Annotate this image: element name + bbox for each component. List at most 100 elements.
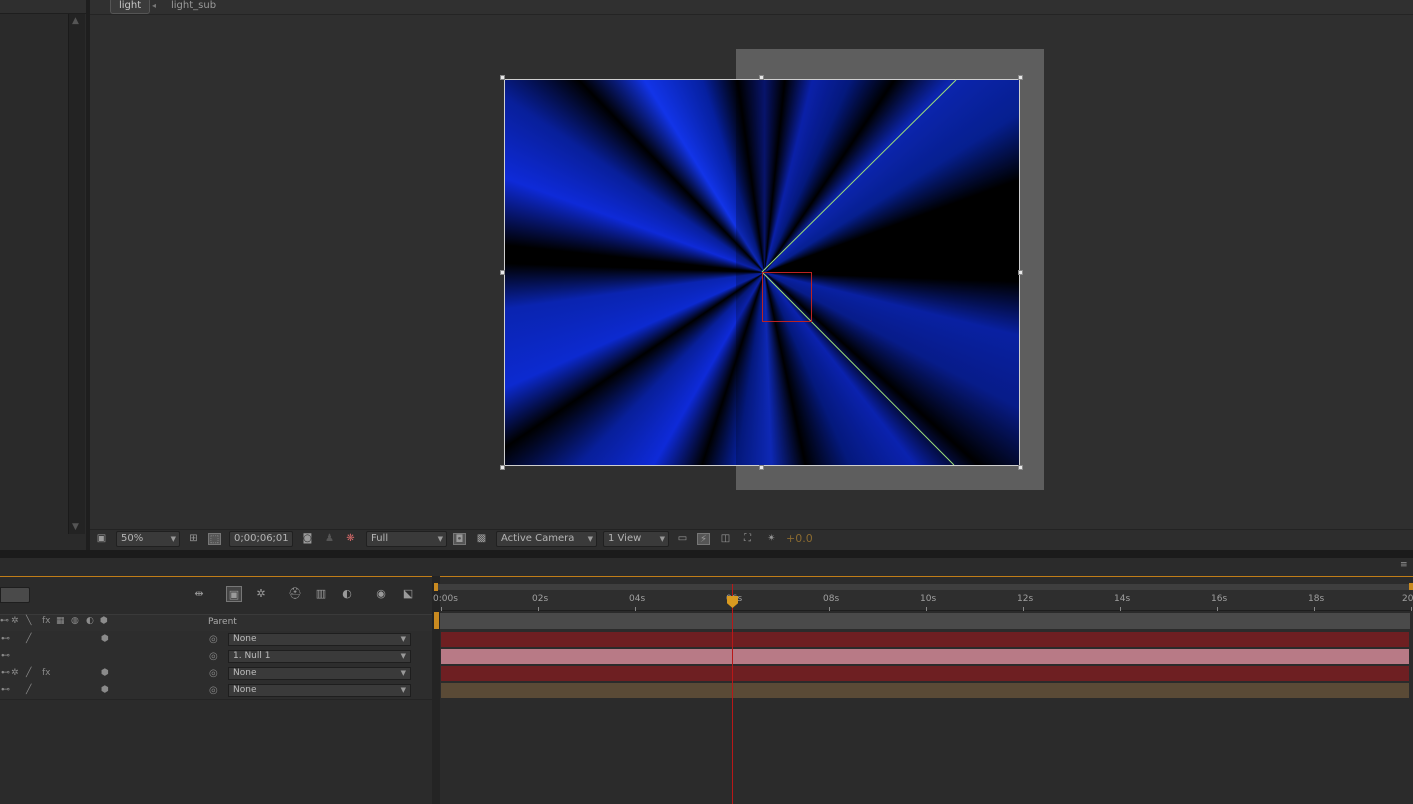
ruler-tick-label: 14s <box>1114 594 1131 604</box>
breadcrumb-arrow-icon: ◂ <box>152 1 157 10</box>
transform-handle-br[interactable] <box>1018 465 1023 470</box>
layer-duration-bar[interactable] <box>441 632 1409 647</box>
quality-switch-icon[interactable]: ╱ <box>26 631 31 648</box>
camera-view-dropdown[interactable]: Active Camera ▼ <box>496 531 597 547</box>
panel-divider[interactable] <box>0 550 1413 558</box>
ruler-tick-label: 04s <box>629 594 646 604</box>
breadcrumb-comp-light-sub[interactable]: light_sub <box>171 0 216 12</box>
fast-previews-icon[interactable]: ⚡ <box>697 533 710 545</box>
parent-value: None <box>233 634 257 644</box>
camera-view-value: Active Camera <box>501 533 575 544</box>
frame-blending-icon[interactable]: ▥ <box>313 586 329 602</box>
transform-handle-tc[interactable] <box>759 75 764 80</box>
transform-handle-tl[interactable] <box>500 75 505 80</box>
current-time-field[interactable]: 0;00;06;01 <box>229 531 293 547</box>
quality-switch-icon[interactable]: ╱ <box>26 665 31 682</box>
channel-icon[interactable]: ❋ <box>344 533 357 545</box>
quality-switch-icon[interactable]: ╱ <box>26 682 31 699</box>
layer-duration-bar[interactable] <box>441 649 1409 664</box>
layer-duration-bar[interactable] <box>441 683 1409 698</box>
brainstorm-icon[interactable]: ⬕ <box>400 586 416 602</box>
shy-switch-icon[interactable]: ⊷ <box>1 631 10 648</box>
scroll-down-icon[interactable]: ▼ <box>72 522 79 532</box>
timeline-tab-bar <box>0 558 1413 577</box>
effect-switch-icon[interactable]: fx <box>42 665 51 682</box>
collapse-column-icon[interactable]: ✲ <box>11 616 19 626</box>
resolution-value: Full <box>371 533 389 544</box>
effect-column-icon[interactable]: fx <box>42 616 51 626</box>
composition-duration-bar <box>440 613 1410 629</box>
mask-visibility-icon[interactable]: ⬚ <box>208 533 221 545</box>
exposure-value[interactable]: +0.0 <box>786 533 813 545</box>
current-time-value: 0;00;06;01 <box>234 533 289 544</box>
panel-menu-icon[interactable]: ≡ <box>1400 560 1408 570</box>
ruler-tick-label: 02s <box>532 594 549 604</box>
null-object-outline[interactable] <box>762 272 812 322</box>
transparency-grid-icon[interactable]: ▩ <box>475 533 488 545</box>
flowchart-icon[interactable]: ⛶ <box>741 533 754 545</box>
3d-layer-column-icon[interactable]: ⬢ <box>100 616 108 626</box>
ruler-tick <box>1023 607 1024 611</box>
parent-dropdown[interactable]: None ▼ <box>228 633 411 646</box>
shy-switch-icon[interactable]: ⊷ <box>1 648 10 665</box>
layer-duration-bar[interactable] <box>441 666 1409 681</box>
reset-exposure-icon[interactable]: ✴ <box>765 533 778 545</box>
transform-handle-bc[interactable] <box>759 465 764 470</box>
timeline-splitter[interactable] <box>432 576 440 804</box>
collapse-switch-icon[interactable]: ✲ <box>11 665 19 682</box>
safe-zones-icon[interactable]: ⊞ <box>187 533 200 545</box>
pick-whip-icon[interactable]: ◎ <box>209 684 218 697</box>
adjustment-column-icon[interactable]: ◐ <box>86 616 94 626</box>
graph-editor-icon[interactable]: ◉ <box>373 586 389 602</box>
live-update-icon[interactable]: ▣ <box>226 586 242 602</box>
layer-search-input[interactable] <box>0 587 30 603</box>
transform-handle-tr[interactable] <box>1018 75 1023 80</box>
parent-dropdown[interactable]: None ▼ <box>228 684 411 697</box>
chevron-down-icon: ▼ <box>659 535 665 543</box>
view-layout-dropdown[interactable]: 1 View ▼ <box>603 531 669 547</box>
ruler-tick <box>538 607 539 611</box>
parent-dropdown[interactable]: None ▼ <box>228 667 411 680</box>
project-scrollbar[interactable]: ▲ ▼ <box>68 14 85 534</box>
parent-dropdown[interactable]: 1. Null 1 ▼ <box>228 650 411 663</box>
work-area-start-handle[interactable] <box>434 583 438 591</box>
motion-blur-icon[interactable]: ◐ <box>339 586 355 602</box>
show-snapshot-icon[interactable]: ♟ <box>323 533 336 545</box>
ruler-tick-label: 16s <box>1211 594 1228 604</box>
resolution-dropdown[interactable]: Full ▼ <box>366 531 447 547</box>
transform-handle-mr[interactable] <box>1018 270 1023 275</box>
ruler-tick-label: 18s <box>1308 594 1325 604</box>
chevron-down-icon: ▼ <box>400 669 406 677</box>
motion-blur-column-icon[interactable]: ◍ <box>71 616 79 626</box>
transform-handle-bl[interactable] <box>500 465 505 470</box>
parent-value: 1. Null 1 <box>233 651 271 661</box>
3d-switch-icon[interactable]: ⬢ <box>101 682 109 699</box>
draft-3d-icon[interactable]: ✲ <box>253 586 269 602</box>
parent-value: None <box>233 668 257 678</box>
toggle-pixel-aspect-icon[interactable]: ▭ <box>676 533 689 545</box>
frame-blend-column-icon[interactable]: ▦ <box>56 616 65 626</box>
quality-column-icon[interactable]: ╲ <box>26 616 31 626</box>
shy-switch-icon[interactable]: ⊷ <box>1 665 10 682</box>
scroll-up-icon[interactable]: ▲ <box>72 16 79 26</box>
magnification-dropdown[interactable]: 50% ▼ <box>116 531 180 547</box>
project-panel-header <box>0 0 86 14</box>
transform-handle-ml[interactable] <box>500 270 505 275</box>
chevron-down-icon: ▼ <box>400 686 406 694</box>
composition-mini-flowchart-icon[interactable]: ⇹ <box>191 586 207 602</box>
time-navigator-start[interactable] <box>434 612 439 629</box>
shy-switch-icon[interactable]: ⊷ <box>1 682 10 699</box>
always-preview-icon[interactable]: ▣ <box>95 533 108 545</box>
snapshot-icon[interactable]: ◙ <box>301 533 314 545</box>
pick-whip-icon[interactable]: ◎ <box>209 667 218 680</box>
shy-column-icon[interactable]: ⊷ <box>0 616 9 626</box>
region-of-interest-icon[interactable]: ◘ <box>453 533 466 545</box>
3d-switch-icon[interactable]: ⬢ <box>101 665 109 682</box>
current-time-indicator[interactable] <box>732 584 733 804</box>
timeline-panel-icon[interactable]: ◫ <box>719 533 732 545</box>
hide-shy-layers-icon[interactable]: ⛑ <box>287 586 303 602</box>
pick-whip-icon[interactable]: ◎ <box>209 633 218 646</box>
breadcrumb-comp-light[interactable]: light <box>110 0 151 14</box>
pick-whip-icon[interactable]: ◎ <box>209 650 218 663</box>
3d-switch-icon[interactable]: ⬢ <box>101 631 109 648</box>
